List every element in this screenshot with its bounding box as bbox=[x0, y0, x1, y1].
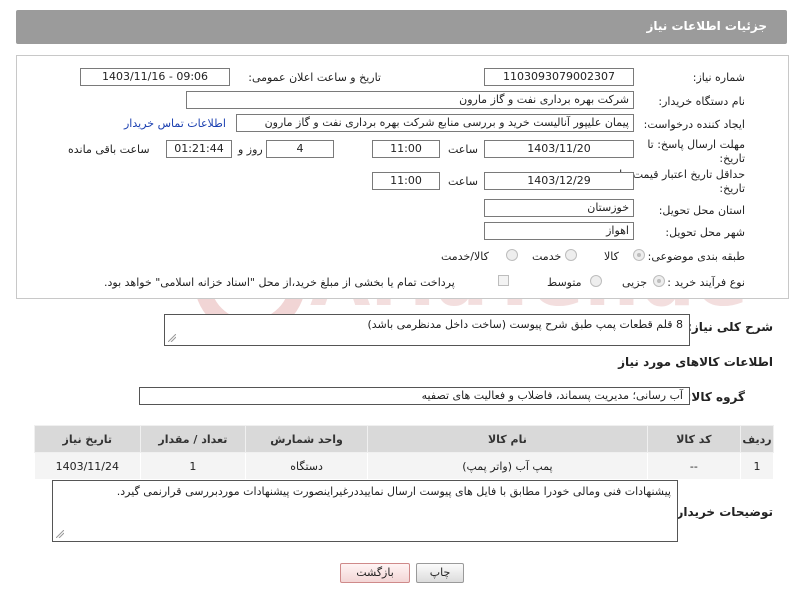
goods-table: ردیف کد کالا نام کالا واحد شمارش تعداد /… bbox=[34, 425, 774, 480]
category-option-service: خدمت bbox=[532, 250, 562, 263]
goods-section-title: اطلاعات کالاهای مورد نیاز bbox=[618, 355, 773, 369]
process-option-medium: متوسط bbox=[547, 276, 582, 289]
summary-label: شرح کلی نیاز: bbox=[687, 320, 773, 334]
city-label: شهر محل تحویل: bbox=[665, 226, 745, 239]
resize-grip-icon[interactable] bbox=[56, 530, 64, 538]
treasury-payment-note: پرداخت تمام یا بخشی از مبلغ خرید،از محل … bbox=[104, 276, 455, 289]
category-option-goods-service: کالا/خدمت bbox=[441, 250, 489, 263]
page-title: جزئیات اطلاعات نیاز bbox=[646, 19, 767, 33]
col-code: کد کالا bbox=[646, 425, 742, 453]
time-remaining-label: ساعت باقی مانده bbox=[68, 143, 150, 156]
goods-table-header: ردیف کد کالا نام کالا واحد شمارش تعداد /… bbox=[34, 425, 774, 453]
cell-row: 1 bbox=[740, 452, 774, 480]
process-label: نوع فرآیند خرید : bbox=[667, 276, 745, 289]
buyer-org-field: شرکت بهره برداری نفت و گاز مارون bbox=[186, 91, 634, 109]
province-field: خوزستان bbox=[484, 199, 634, 217]
buyer-org-label: نام دستگاه خریدار: bbox=[658, 95, 745, 108]
deadline-date-field: 1403/11/20 bbox=[484, 140, 634, 158]
time-remaining-field: 01:21:44 bbox=[166, 140, 232, 158]
buyer-notes-label: توضیحات خریدار: bbox=[671, 505, 773, 519]
summary-text: 8 قلم قطعات پمپ طبق شرح پیوست (ساخت داخل… bbox=[367, 318, 683, 331]
province-label: استان محل تحویل: bbox=[658, 204, 745, 217]
resize-grip-icon[interactable] bbox=[168, 334, 176, 342]
cell-quantity: 1 bbox=[139, 452, 247, 480]
announce-label: تاریخ و ساعت اعلان عمومی: bbox=[248, 71, 381, 84]
validity-date-field: 1403/12/29 bbox=[484, 172, 634, 190]
need-number-field: 1103093079002307 bbox=[484, 68, 634, 86]
goods-group-label: گروه کالا: bbox=[686, 390, 745, 404]
buyer-contact-link[interactable]: اطلاعات تماس خریدار bbox=[124, 117, 226, 130]
buyer-notes-text: پیشنهادات فنی ومالی خودرا مطابق با فایل … bbox=[116, 485, 671, 498]
city-field: اهواز bbox=[484, 222, 634, 240]
deadline-time-field: 11:00 bbox=[372, 140, 440, 158]
days-label: روز و bbox=[238, 143, 263, 156]
deadline-label: مهلت ارسال پاسخ: تا تاریخ: bbox=[647, 138, 745, 165]
requester-field: پیمان علیپور آنالیست خرید و بررسی منابع … bbox=[236, 114, 634, 132]
table-row: 1 -- پمپ آب (واتر پمپ) دستگاه 1 1403/11/… bbox=[34, 452, 774, 480]
announce-field: 1403/11/16 - 09:06 bbox=[80, 68, 230, 86]
validity-time-field: 11:00 bbox=[372, 172, 440, 190]
page-header: جزئیات اطلاعات نیاز bbox=[16, 10, 787, 44]
category-radio-goods[interactable] bbox=[633, 249, 645, 261]
category-radio-service[interactable] bbox=[565, 249, 577, 261]
col-need-date: تاریخ نیاز bbox=[34, 425, 141, 453]
cell-code: -- bbox=[646, 452, 742, 480]
treasury-payment-checkbox[interactable] bbox=[498, 275, 509, 286]
col-quantity: تعداد / مقدار bbox=[139, 425, 247, 453]
category-option-goods: کالا bbox=[604, 250, 619, 263]
requester-label: ایجاد کننده درخواست: bbox=[643, 118, 745, 131]
process-radio-medium[interactable] bbox=[590, 275, 602, 287]
days-remaining-field: 4 bbox=[266, 140, 334, 158]
summary-textarea[interactable]: 8 قلم قطعات پمپ طبق شرح پیوست (ساخت داخل… bbox=[164, 314, 690, 346]
print-button[interactable]: چاپ bbox=[416, 563, 464, 583]
back-button[interactable]: بازگشت bbox=[340, 563, 410, 583]
goods-group-field: آب رسانی؛ مدیریت پسماند، فاضلاب و فعالیت… bbox=[139, 387, 690, 405]
buyer-notes-textarea[interactable]: پیشنهادات فنی ومالی خودرا مطابق با فایل … bbox=[52, 480, 678, 542]
need-number-label: شماره نیاز: bbox=[692, 71, 745, 84]
col-unit: واحد شمارش bbox=[245, 425, 369, 453]
cell-name: پمپ آب (واتر پمپ) bbox=[367, 452, 648, 480]
process-option-minor: جزیی bbox=[622, 276, 648, 289]
cell-unit: دستگاه bbox=[245, 452, 369, 480]
col-name: نام کالا bbox=[367, 425, 648, 453]
cell-need-date: 1403/11/24 bbox=[34, 452, 141, 480]
col-row: ردیف bbox=[740, 425, 774, 453]
process-radio-minor[interactable] bbox=[653, 275, 665, 287]
category-label: طبقه بندی موضوعی: bbox=[647, 250, 745, 263]
deadline-time-label: ساعت bbox=[448, 143, 478, 156]
validity-time-label: ساعت bbox=[448, 175, 478, 188]
category-radio-goods-service[interactable] bbox=[506, 249, 518, 261]
